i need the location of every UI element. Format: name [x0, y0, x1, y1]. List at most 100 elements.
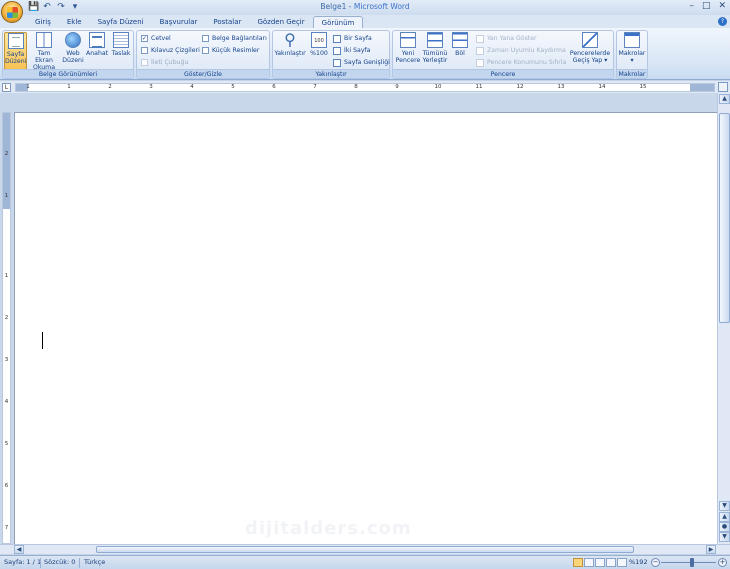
next-page-button[interactable]: ▼ — [719, 532, 730, 542]
button-label: Makrolar — [618, 50, 646, 57]
group-document-views: Sayfa Düzeni Tam Ekran Okuma Web Düzeni … — [2, 30, 134, 79]
print-layout-view-icon[interactable] — [573, 558, 583, 567]
ruler-number: 4 — [4, 399, 9, 405]
word-count[interactable]: Sözcük: 0 — [44, 558, 75, 566]
view-ruler-icon[interactable] — [718, 82, 728, 92]
checkbox-box — [141, 47, 148, 54]
page-count[interactable]: Sayfa: 1 / 1 — [4, 558, 41, 566]
two-pages-button[interactable]: İki Sayfa — [333, 46, 370, 56]
button-label: Pencere Konumunu Sıfırla — [487, 59, 567, 66]
arrange-all-button[interactable]: Tümünü Yerleştir — [421, 32, 449, 70]
split-icon — [452, 32, 468, 48]
draft-view-icon[interactable] — [617, 558, 627, 567]
split-button[interactable]: Böl — [450, 32, 470, 70]
group-window: Yeni Pencere Tümünü Yerleştir Böl Yan Ya… — [392, 30, 614, 79]
tab-selector[interactable]: L — [2, 83, 11, 92]
ruler-checkbox[interactable]: ✓ Cetvel — [141, 34, 171, 43]
language-indicator[interactable]: Türkçe — [84, 558, 105, 566]
ruler-number: 7 — [313, 84, 317, 90]
macros-button[interactable]: Makrolar ▾ — [618, 32, 646, 70]
horizontal-ruler[interactable]: 1 1 2 3 4 5 6 7 8 9 10 11 12 13 14 15 — [15, 83, 715, 92]
full-screen-view-icon[interactable] — [584, 558, 594, 567]
full-screen-reading-button[interactable]: Tam Ekran Okuma — [29, 32, 59, 71]
scroll-left-button[interactable]: ◀ — [14, 545, 24, 554]
ruler-number: 9 — [395, 84, 399, 90]
button-label: Pencere — [395, 57, 421, 64]
reset-window-position-button[interactable]: Pencere Konumunu Sıfırla — [476, 58, 566, 68]
document-map-checkbox[interactable]: Belge Bağlantıları — [202, 34, 267, 43]
minimize-icon[interactable]: – — [689, 1, 694, 11]
ruler-number: 6 — [4, 483, 9, 489]
ruler-number: 3 — [4, 357, 9, 363]
zoom-100-icon: 100 — [311, 32, 327, 48]
ruler-number: 14 — [598, 84, 606, 90]
reset-position-icon — [476, 59, 484, 67]
scroll-up-button[interactable]: ▲ — [719, 94, 730, 104]
zoom-slider-thumb[interactable] — [690, 558, 694, 567]
view-side-by-side-button[interactable]: Yan Yana Göster — [476, 34, 537, 44]
thumbnails-checkbox[interactable]: Küçük Resimler — [202, 46, 259, 55]
zoom-in-icon[interactable]: + — [718, 558, 727, 567]
draft-button[interactable]: Taslak — [109, 32, 133, 70]
magnifier-icon: ⚲ — [284, 30, 296, 49]
checkbox-box — [202, 47, 209, 54]
side-by-side-icon — [476, 35, 484, 43]
page-width-icon — [333, 59, 341, 67]
text-cursor — [42, 332, 43, 349]
button-label: Taslak — [111, 50, 131, 57]
horizontal-scrollbar[interactable]: ◀ ▶ — [0, 544, 730, 554]
close-icon[interactable]: ✕ — [718, 1, 726, 11]
select-browse-object-button[interactable]: ● — [719, 522, 730, 532]
zoom-button[interactable]: ⚲ Yakınlaştır — [274, 32, 306, 70]
checkbox-label: Belge Bağlantıları — [212, 35, 267, 42]
ribbon: Sayfa Düzeni Tam Ekran Okuma Web Düzeni … — [0, 28, 730, 80]
scroll-right-button[interactable]: ▶ — [706, 545, 716, 554]
ruler-number: 2 — [108, 84, 112, 90]
document-area: 2 1 1 2 3 4 5 6 7 dijitalders.com — [0, 93, 717, 544]
button-label: Web — [66, 50, 80, 57]
button-label: Tam Ekran — [35, 50, 53, 64]
status-bar: Sayfa: 1 / 1 Sözcük: 0 Türkçe %192 − + — [0, 555, 730, 569]
checkbox-label: Küçük Resimler — [212, 47, 260, 54]
document-page[interactable]: dijitalders.com — [14, 112, 717, 544]
one-page-button[interactable]: Bir Sayfa — [333, 34, 372, 44]
scroll-down-button[interactable]: ▼ — [719, 501, 730, 511]
group-show-hide: ✓ Cetvel Kılavuz Çizgileri İleti Çubuğu … — [136, 30, 270, 79]
button-label: Pencerelerde — [569, 50, 611, 57]
outline-view-icon[interactable] — [606, 558, 616, 567]
ruler-number: 7 — [4, 525, 9, 531]
web-layout-button[interactable]: Web Düzeni — [61, 32, 85, 70]
previous-page-button[interactable]: ▲ — [719, 512, 730, 522]
vertical-scroll-thumb[interactable] — [719, 113, 730, 323]
vertical-scrollbar[interactable]: ▲ ▼ ▲ ● ▼ — [717, 93, 730, 544]
maximize-icon[interactable]: □ — [702, 1, 711, 11]
zoom-level[interactable]: %192 — [629, 558, 648, 566]
outline-button[interactable]: Anahat — [86, 32, 108, 70]
ruler-number: 10 — [434, 84, 442, 90]
synchronous-scrolling-button[interactable]: Zaman Uyumlu Kaydırma — [476, 46, 566, 56]
button-label: İki Sayfa — [344, 47, 371, 54]
message-bar-checkbox[interactable]: İleti Çubuğu — [141, 58, 188, 67]
zoom-slider[interactable] — [661, 562, 716, 563]
vertical-ruler[interactable]: 2 1 1 2 3 4 5 6 7 — [2, 112, 11, 544]
web-layout-view-icon[interactable] — [595, 558, 605, 567]
new-window-button[interactable]: Yeni Pencere — [395, 32, 421, 70]
button-label: Düzeni — [62, 57, 84, 64]
button-label: ▾ — [630, 57, 634, 64]
office-button[interactable] — [1, 1, 23, 23]
one-page-icon — [333, 35, 341, 43]
page-width-button[interactable]: Sayfa Genişliği — [333, 58, 390, 68]
arrange-all-icon — [427, 32, 443, 48]
horizontal-scroll-thumb[interactable] — [96, 546, 634, 553]
zoom-out-icon[interactable]: − — [651, 558, 660, 567]
button-label: %100 — [310, 50, 328, 57]
ruler-number: 12 — [516, 84, 524, 90]
help-icon[interactable]: ? — [718, 17, 727, 26]
switch-windows-button[interactable]: Pencerelerde Geçiş Yap ▾ — [569, 32, 611, 70]
document-name: Belge1 — [320, 2, 347, 11]
gridlines-checkbox[interactable]: Kılavuz Çizgileri — [141, 46, 200, 55]
status-divider — [79, 558, 80, 568]
app-name: Microsoft Word — [353, 2, 410, 11]
print-layout-button[interactable]: Sayfa Düzeni — [4, 32, 27, 70]
zoom-100-button[interactable]: 100 %100 — [308, 32, 330, 70]
